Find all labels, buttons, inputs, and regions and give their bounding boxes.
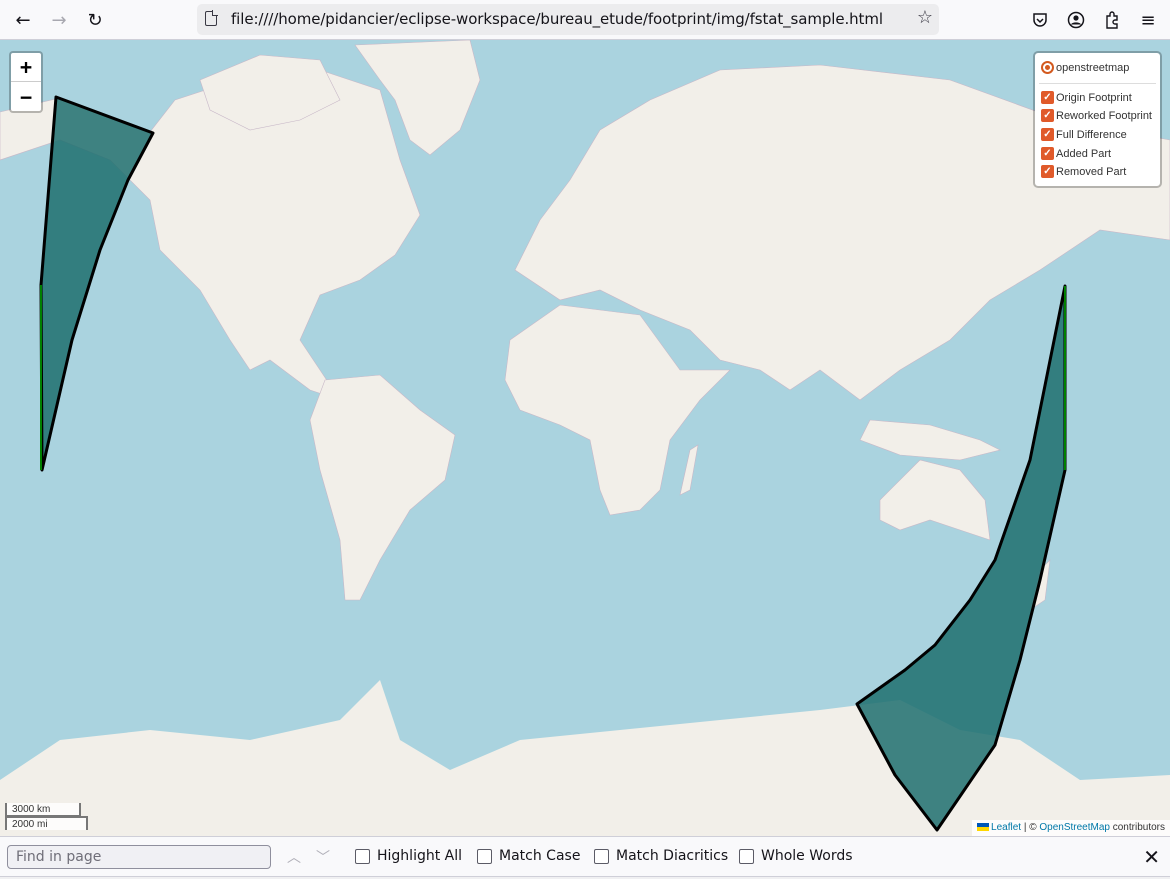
australia-landmass (879, 459, 991, 541)
overlay-label: Reworked Footprint (1056, 109, 1152, 122)
layers-separator (1039, 83, 1156, 84)
footprint-polygon-west[interactable] (39, 95, 155, 472)
checkbox-unchecked-icon[interactable] (355, 848, 370, 864)
scale-imperial: 2000 mi (5, 816, 88, 830)
star-icon[interactable]: ☆ (917, 7, 933, 28)
pocket-icon (1033, 13, 1047, 27)
scale-metric: 3000 km (5, 803, 81, 817)
match-diacritics-option[interactable]: Match Diacritics (594, 848, 728, 864)
url-bar[interactable]: file:////home/pidancier/eclipse-workspac… (197, 4, 939, 35)
forward-button[interactable]: → (45, 6, 73, 34)
madagascar-landmass (679, 444, 699, 496)
extensions-icon (1106, 11, 1118, 29)
overlay-added-part[interactable]: ✓ Added Part (1041, 147, 1111, 160)
openstreetmap-link[interactable]: OpenStreetMap (1039, 822, 1110, 833)
find-previous-button[interactable]: ︿ (287, 847, 301, 867)
extensions-button[interactable] (1098, 6, 1126, 34)
layers-control: openstreetmap ✓ Origin Footprint ✓ Rewor… (1033, 51, 1162, 188)
southeast-asia-islands (859, 419, 1001, 461)
account-button[interactable] (1062, 6, 1090, 34)
option-label: Match Diacritics (616, 848, 729, 864)
arrow-left-icon: ← (15, 9, 31, 31)
whole-words-option[interactable]: Whole Words (739, 848, 853, 864)
leaflet-link[interactable]: Leaflet (991, 822, 1021, 833)
pocket-button[interactable] (1026, 6, 1054, 34)
page-icon (205, 10, 218, 26)
overlay-full-difference[interactable]: ✓ Full Difference (1041, 128, 1127, 141)
reload-icon: ↻ (87, 9, 103, 31)
map-container[interactable]: + − openstreetmap ✓ Origin Footprint ✓ R… (0, 40, 1170, 836)
reload-button[interactable]: ↻ (81, 6, 109, 34)
overlay-origin-footprint[interactable]: ✓ Origin Footprint (1041, 91, 1132, 104)
map-tiles (0, 40, 1170, 836)
find-bar: ︿ ﹀ Highlight All Match Case Match Diacr… (0, 836, 1170, 876)
arrow-right-icon: → (51, 9, 67, 31)
attribution-separator: | © (1021, 822, 1040, 833)
attribution-suffix: contributors (1109, 822, 1165, 833)
checkbox-checked-icon[interactable]: ✓ (1041, 91, 1054, 104)
menu-button[interactable]: ≡ (1134, 6, 1162, 34)
overlay-label: Full Difference (1056, 128, 1127, 141)
checkbox-checked-icon[interactable]: ✓ (1041, 109, 1054, 122)
checkbox-unchecked-icon[interactable] (594, 848, 609, 864)
base-layer-openstreetmap[interactable]: openstreetmap (1041, 61, 1129, 74)
browser-toolbar: ← → ↻ file:////home/pidancier/eclipse-wo… (0, 0, 1170, 40)
south-america-landmass (309, 374, 456, 601)
overlay-label: Added Part (1056, 147, 1112, 160)
back-button[interactable]: ← (9, 6, 37, 34)
account-icon (1067, 11, 1085, 29)
option-label: Match Case (499, 848, 581, 864)
checkbox-checked-icon[interactable]: ✓ (1041, 128, 1054, 141)
menu-icon: ≡ (1140, 9, 1156, 31)
close-icon[interactable]: ✕ (1143, 845, 1160, 869)
match-case-option[interactable]: Match Case (477, 848, 580, 864)
find-input[interactable] (7, 845, 271, 869)
overlay-reworked-footprint[interactable]: ✓ Reworked Footprint (1041, 109, 1152, 122)
overlay-label: Origin Footprint (1056, 91, 1132, 104)
option-label: Whole Words (761, 848, 853, 864)
zoom-control: + − (9, 51, 43, 113)
scale-control: 3000 km 2000 mi (5, 803, 88, 830)
attribution: Leaflet | © OpenStreetMap contributors (972, 820, 1170, 836)
checkbox-checked-icon[interactable]: ✓ (1041, 165, 1054, 178)
checkbox-unchecked-icon[interactable] (739, 848, 754, 864)
radio-selected-icon[interactable] (1041, 61, 1054, 74)
find-next-button[interactable]: ﹀ (316, 847, 330, 867)
overlay-label: Removed Part (1056, 165, 1127, 178)
highlight-all-option[interactable]: Highlight All (355, 848, 462, 864)
option-label: Highlight All (377, 848, 463, 864)
zoom-in-button[interactable]: + (11, 53, 41, 82)
zoom-out-button[interactable]: − (11, 82, 41, 111)
url-text[interactable]: file:////home/pidancier/eclipse-workspac… (231, 10, 883, 28)
checkbox-unchecked-icon[interactable] (477, 848, 492, 864)
overlay-removed-part[interactable]: ✓ Removed Part (1041, 165, 1126, 178)
checkbox-checked-icon[interactable]: ✓ (1041, 147, 1054, 160)
ukraine-flag-icon (977, 823, 990, 832)
base-layer-label: openstreetmap (1056, 61, 1130, 74)
